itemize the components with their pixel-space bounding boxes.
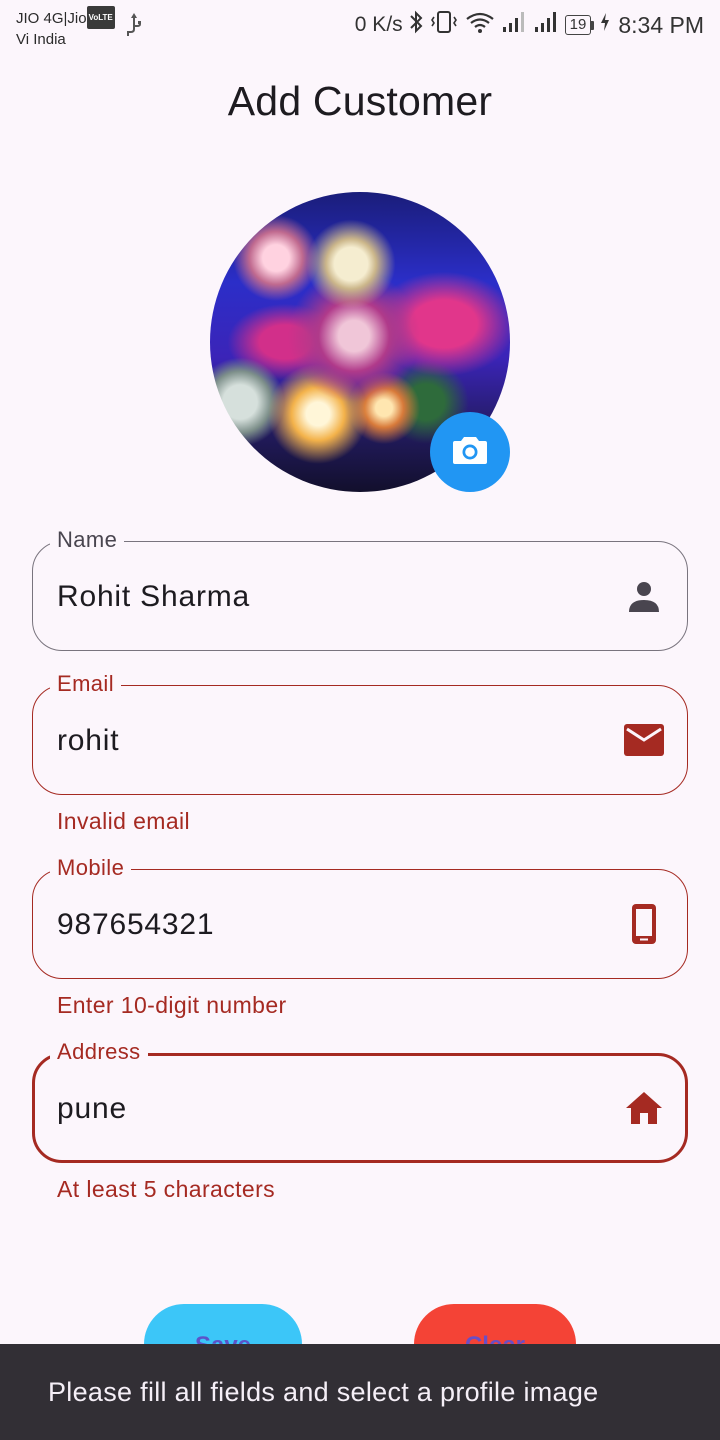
clock: 8:34 PM xyxy=(618,11,704,38)
vibrate-icon xyxy=(429,10,459,40)
phone-icon xyxy=(624,904,664,944)
camera-icon xyxy=(452,434,488,471)
name-label: Name xyxy=(50,526,125,554)
bluetooth-icon xyxy=(409,10,423,40)
email-field-outline xyxy=(32,685,688,795)
status-icons: 0 K/s 19 8:34 PM xyxy=(355,10,704,40)
name-input[interactable]: Rohit Sharma xyxy=(57,579,250,615)
carrier-secondary: Vi India xyxy=(16,31,66,48)
carrier-primary: JIO 4G|Jio xyxy=(16,10,87,27)
carrier-info: JIO 4G|Jio VoLTE Vi India xyxy=(16,6,115,50)
snackbar: Please fill all fields and select a prof… xyxy=(0,1344,720,1440)
address-field-outline xyxy=(32,1053,688,1163)
email-error: Invalid email xyxy=(57,808,191,834)
snackbar-message: Please fill all fields and select a prof… xyxy=(48,1376,599,1407)
page-title: Add Customer xyxy=(227,78,493,124)
address-input[interactable]: pune xyxy=(57,1091,127,1127)
address-error: At least 5 characters xyxy=(57,1176,276,1202)
charging-icon xyxy=(600,12,610,38)
mobile-label: Mobile xyxy=(50,854,132,882)
mobile-error: Enter 10-digit number xyxy=(57,992,287,1018)
email-label: Email xyxy=(50,670,122,698)
network-speed: 0 K/s xyxy=(354,13,403,36)
home-icon xyxy=(624,1088,664,1128)
battery-level: 19 xyxy=(564,15,592,35)
add-customer-screen: JIO 4G|Jio VoLTE Vi India 0 K/s 19 8:34 … xyxy=(0,0,720,1440)
signal-icon-sim2 xyxy=(533,10,559,40)
battery-icon: 19 xyxy=(564,15,595,35)
signal-icon-sim1 xyxy=(501,10,527,40)
mail-icon xyxy=(624,720,664,760)
camera-button[interactable] xyxy=(430,412,510,492)
usb-icon xyxy=(124,12,144,43)
address-label: Address xyxy=(50,1038,148,1066)
volte-badge: VoLTE xyxy=(86,6,115,29)
email-input[interactable]: rohit xyxy=(57,723,119,759)
mobile-input[interactable]: 987654321 xyxy=(57,907,214,943)
battery-tip xyxy=(591,20,595,30)
person-icon xyxy=(624,576,664,616)
status-bar: JIO 4G|Jio VoLTE Vi India 0 K/s 19 8:34 … xyxy=(0,0,720,56)
wifi-icon xyxy=(465,10,495,40)
